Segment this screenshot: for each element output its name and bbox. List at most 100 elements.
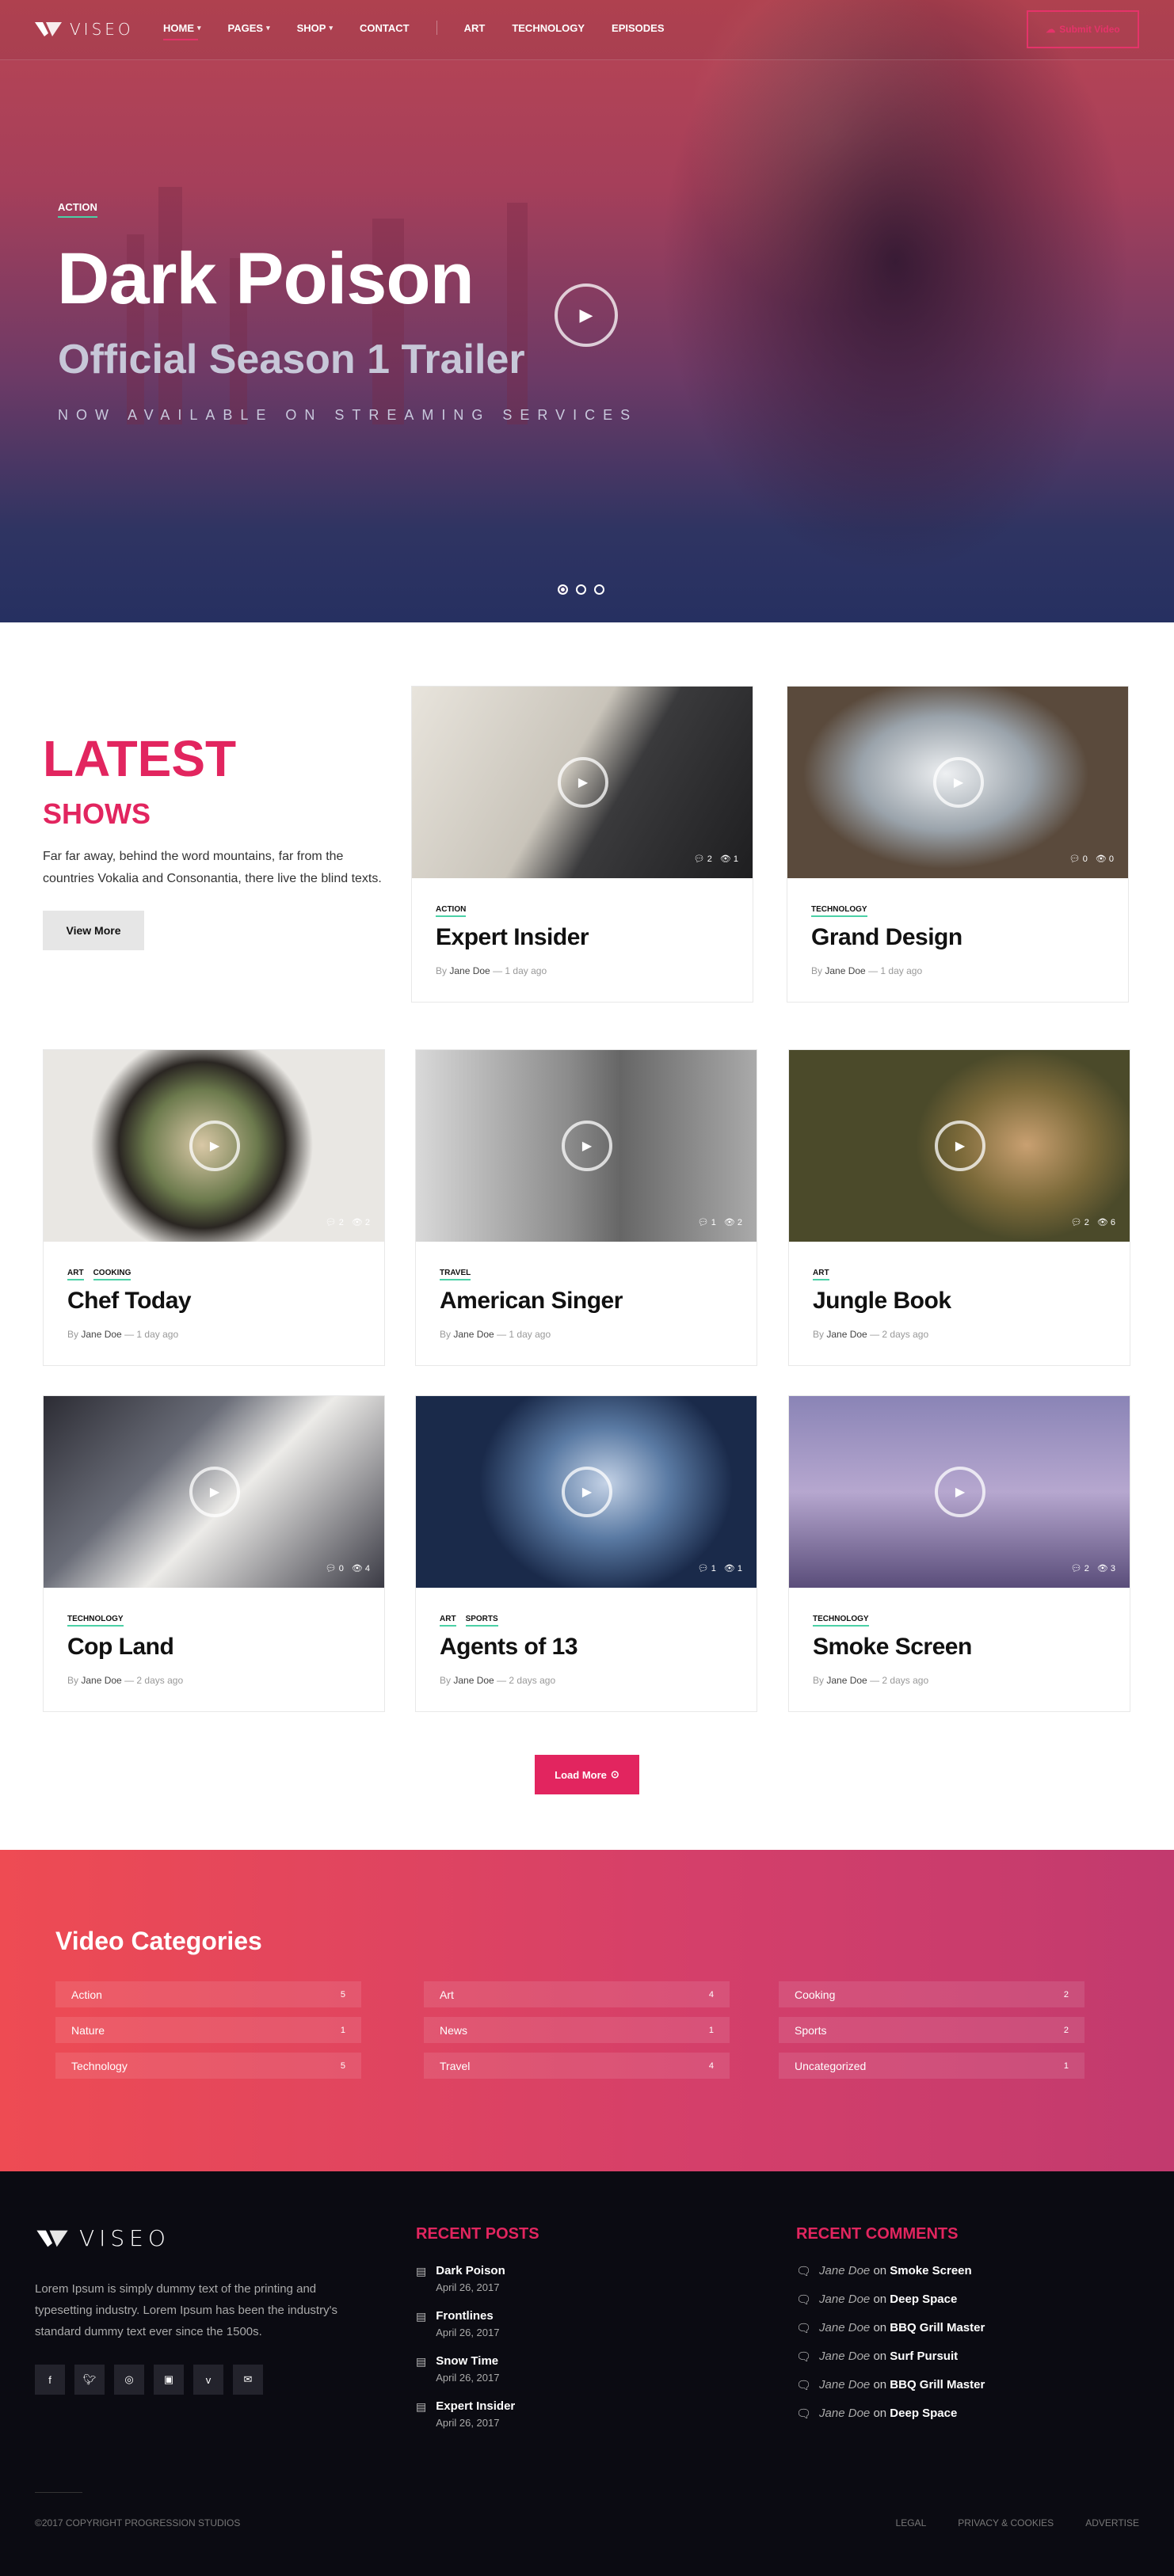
video-thumbnail[interactable]: ▶ 💬︎ 2 👁︎ 2 (44, 1050, 384, 1242)
nav-item-episodes[interactable]: EPISODES (612, 22, 664, 34)
play-button[interactable]: ▶ (189, 1467, 240, 1517)
category-tag[interactable]: ART (67, 1269, 84, 1280)
nav-item-contact[interactable]: CONTACT (360, 22, 410, 34)
slider-dot[interactable] (576, 584, 586, 595)
category-item[interactable]: Technology 5 (55, 2053, 361, 2079)
view-more-button[interactable]: View More (43, 911, 144, 950)
recent-post-title[interactable]: Frontlines (436, 2309, 499, 2323)
category-tag[interactable]: TECHNOLOGY (67, 1615, 124, 1627)
comment-post[interactable]: Smoke Screen (890, 2264, 971, 2277)
video-card[interactable]: ▶ 💬︎ 2 👁︎ 3 TECHNOLOGY Smoke Screen By J… (788, 1395, 1130, 1712)
youtube-icon[interactable]: ▣ (154, 2365, 184, 2395)
comment-author[interactable]: Jane Doe (819, 2264, 870, 2277)
play-button[interactable]: ▶ (933, 757, 984, 808)
card-title[interactable]: Expert Insider (436, 924, 589, 951)
video-thumbnail[interactable]: ▶ 💬︎ 2 👁︎ 1 (412, 687, 753, 878)
twitter-icon[interactable]: 🐦︎ (74, 2365, 105, 2395)
play-button[interactable]: ▶ (935, 1467, 985, 1517)
comment-author[interactable]: Jane Doe (819, 2350, 870, 2363)
card-author[interactable]: Jane Doe (825, 965, 865, 976)
category-item[interactable]: Sports 2 (779, 2017, 1084, 2043)
comment-post[interactable]: Deep Space (890, 2293, 957, 2306)
video-thumbnail[interactable]: ▶ 💬︎ 0 👁︎ 0 (787, 687, 1128, 878)
video-card[interactable]: ▶ 💬︎ 2 👁︎ 6 ART Jungle Book By Jane Doe … (788, 1049, 1130, 1366)
hero-category[interactable]: ACTION (58, 201, 97, 218)
video-card[interactable]: ▶ 💬︎ 2 👁︎ 2 ART COOKING Chef Today By Jan… (43, 1049, 385, 1366)
card-author[interactable]: Jane Doe (449, 965, 490, 976)
comment-post[interactable]: Surf Pursuit (890, 2350, 958, 2363)
card-author[interactable]: Jane Doe (826, 1329, 867, 1340)
site-logo[interactable]: VISEO (35, 19, 134, 40)
nav-item-shop[interactable]: SHOP ▾ (297, 22, 333, 34)
category-tag[interactable]: SPORTS (465, 1615, 498, 1627)
card-title[interactable]: Jungle Book (813, 1288, 951, 1315)
card-author[interactable]: Jane Doe (81, 1675, 121, 1686)
card-author[interactable]: Jane Doe (453, 1675, 494, 1686)
category-item[interactable]: Cooking 2 (779, 1981, 1084, 2007)
category-item[interactable]: Nature 1 (55, 2017, 361, 2043)
video-card[interactable]: ▶ 💬︎ 1 👁︎ 1 ART SPORTS Agents of 13 By Ja… (415, 1395, 757, 1712)
video-card[interactable]: ▶ 💬︎ 1 👁︎ 2 TRAVEL American Singer By Ja… (415, 1049, 757, 1366)
card-title[interactable]: Cop Land (67, 1634, 174, 1661)
video-card[interactable]: ▶ 💬︎ 0 👁︎ 0 TECHNOLOGY Grand Design By J… (787, 686, 1129, 1003)
card-author[interactable]: Jane Doe (81, 1329, 121, 1340)
recent-post-title[interactable]: Snow Time (436, 2354, 499, 2368)
card-title[interactable]: Agents of 13 (440, 1634, 578, 1661)
category-item[interactable]: News 1 (424, 2017, 730, 2043)
footer-link-advertise[interactable]: ADVERTISE (1085, 2517, 1139, 2528)
instagram-icon[interactable]: ◎ (114, 2365, 144, 2395)
email-icon[interactable]: ✉ (233, 2365, 263, 2395)
video-card[interactable]: ▶ 💬︎ 2 👁︎ 1 ACTION Expert Insider By Jan… (411, 686, 753, 1003)
footer-link-privacy[interactable]: PRIVACY & COOKIES (958, 2517, 1054, 2528)
recent-post-title[interactable]: Expert Insider (436, 2399, 515, 2413)
card-author[interactable]: Jane Doe (453, 1329, 494, 1340)
card-title[interactable]: American Singer (440, 1288, 623, 1315)
recent-post-title[interactable]: Dark Poison (436, 2264, 505, 2277)
video-thumbnail[interactable]: ▶ 💬︎ 1 👁︎ 1 (416, 1396, 757, 1588)
category-item[interactable]: Travel 4 (424, 2053, 730, 2079)
category-tag[interactable]: TECHNOLOGY (813, 1615, 869, 1627)
facebook-icon[interactable]: f (35, 2365, 65, 2395)
slider-dot[interactable] (558, 584, 568, 595)
play-button[interactable]: ▶ (562, 1467, 612, 1517)
video-thumbnail[interactable]: ▶ 💬︎ 1 👁︎ 2 (416, 1050, 757, 1242)
comment-post[interactable]: BBQ Grill Master (890, 2378, 985, 2391)
category-tag[interactable]: COOKING (93, 1269, 132, 1280)
footer-logo[interactable]: VISEO (35, 2225, 170, 2251)
category-item[interactable]: Action 5 (55, 1981, 361, 2007)
category-tag[interactable]: ART (813, 1269, 829, 1280)
card-title[interactable]: Chef Today (67, 1288, 192, 1315)
comment-author[interactable]: Jane Doe (819, 2321, 870, 2334)
category-item[interactable]: Art 4 (424, 1981, 730, 2007)
comment-author[interactable]: Jane Doe (819, 2407, 870, 2420)
footer-link-legal[interactable]: LEGAL (896, 2517, 927, 2528)
category-tag[interactable]: TRAVEL (440, 1269, 471, 1280)
submit-video-button[interactable]: ☁ Submit Video (1027, 10, 1139, 48)
video-thumbnail[interactable]: ▶ 💬︎ 2 👁︎ 6 (789, 1050, 1130, 1242)
video-thumbnail[interactable]: ▶ 💬︎ 0 👁︎ 4 (44, 1396, 384, 1588)
card-title[interactable]: Smoke Screen (813, 1634, 972, 1661)
category-tag[interactable]: ART (440, 1615, 456, 1627)
comment-author[interactable]: Jane Doe (819, 2293, 870, 2306)
category-tag[interactable]: TECHNOLOGY (811, 905, 867, 917)
category-item[interactable]: Uncategorized 1 (779, 2053, 1084, 2079)
nav-item-home[interactable]: HOME ▾ (163, 22, 201, 40)
slider-dot[interactable] (594, 584, 604, 595)
video-card[interactable]: ▶ 💬︎ 0 👁︎ 4 TECHNOLOGY Cop Land By Jane … (43, 1395, 385, 1712)
play-button[interactable]: ▶ (935, 1121, 985, 1171)
nav-item-art[interactable]: ART (464, 22, 486, 34)
nav-item-technology[interactable]: TECHNOLOGY (512, 22, 585, 34)
hero-play-button[interactable]: ▶ (555, 283, 618, 347)
card-title[interactable]: Grand Design (811, 924, 962, 951)
nav-item-pages[interactable]: PAGES ▾ (228, 22, 270, 34)
load-more-button[interactable]: Load More ⊙ (535, 1755, 639, 1794)
vimeo-icon[interactable]: v (193, 2365, 223, 2395)
comment-post[interactable]: BBQ Grill Master (890, 2321, 985, 2334)
play-button[interactable]: ▶ (189, 1121, 240, 1171)
play-button[interactable]: ▶ (558, 757, 608, 808)
card-author[interactable]: Jane Doe (826, 1675, 867, 1686)
comment-post[interactable]: Deep Space (890, 2407, 957, 2420)
category-tag[interactable]: ACTION (436, 905, 467, 917)
comment-author[interactable]: Jane Doe (819, 2378, 870, 2391)
play-button[interactable]: ▶ (562, 1121, 612, 1171)
